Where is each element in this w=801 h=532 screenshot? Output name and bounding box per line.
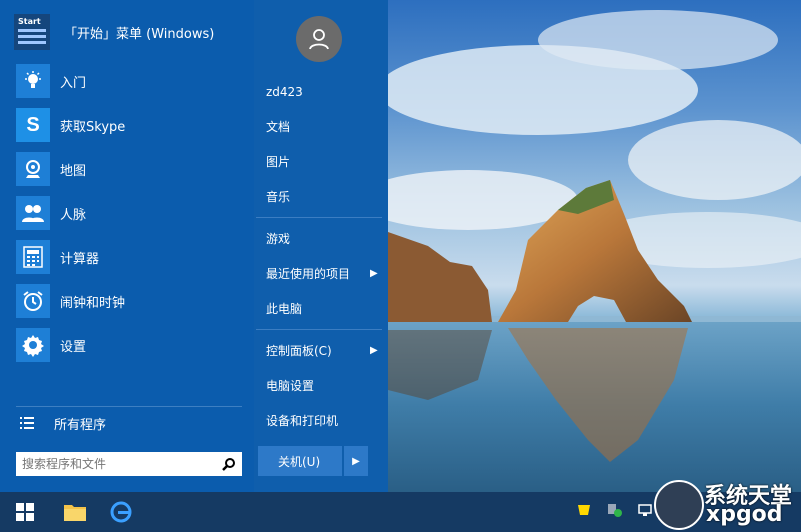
app-item-label: 地图 — [60, 163, 87, 179]
app-item-settings[interactable]: 设置 — [16, 328, 125, 362]
windows-logo-icon — [16, 503, 34, 521]
start-menu-title: 「开始」菜单 (Windows) — [64, 26, 215, 42]
edge-icon — [110, 501, 132, 523]
app-item-label: 获取Skype — [60, 119, 126, 135]
music-label: 音乐 — [266, 189, 291, 204]
documents-link[interactable]: 文档 — [266, 116, 290, 136]
control-panel-label: 控制面板(C) — [266, 343, 332, 358]
recent-items-label: 最近使用的项目 — [266, 266, 351, 281]
app-item-label: 闹钟和时钟 — [60, 295, 126, 311]
pictures-link[interactable]: 图片 — [266, 151, 290, 171]
right-divider — [256, 217, 382, 218]
system-tray — [576, 502, 652, 518]
app-item-label: 人脉 — [60, 207, 87, 223]
app-item-get-started[interactable]: 入门 — [16, 64, 125, 98]
chevron-right-icon: ▶ — [370, 344, 378, 356]
wallpaper-image — [388, 10, 801, 492]
list-icon — [20, 417, 34, 429]
this-pc-label: 此电脑 — [266, 301, 303, 316]
app-item-label: 设置 — [60, 339, 87, 355]
all-programs-label: 所有程序 — [54, 417, 107, 433]
app-item-label: 计算器 — [60, 251, 100, 267]
search-icon[interactable] — [222, 457, 236, 471]
music-link[interactable]: 音乐 — [266, 186, 290, 206]
shutdown-button[interactable]: 关机(U) — [258, 446, 342, 476]
user-avatar[interactable] — [296, 16, 342, 62]
control-panel-link[interactable]: 控制面板(C) ▶ — [266, 340, 382, 360]
desktop-wallpaper — [388, 0, 801, 492]
user-name: zd423 — [266, 85, 303, 99]
folder-icon — [64, 505, 86, 521]
pictures-label: 图片 — [266, 154, 291, 169]
watermark-subtitle: xpgod — [706, 502, 783, 527]
gear-icon — [16, 328, 50, 362]
start-menu-left-column: Start 「开始」菜单 (Windows) 入门 S 获取Skype 地图 人… — [0, 0, 254, 492]
start-app-tile: Start — [14, 14, 50, 50]
notification-icon[interactable] — [576, 503, 592, 517]
app-item-alarms-clock[interactable]: 闹钟和时钟 — [16, 284, 125, 318]
file-explorer-button[interactable] — [58, 498, 92, 526]
pc-settings-label: 电脑设置 — [266, 378, 315, 393]
search-box[interactable] — [16, 452, 242, 476]
people-icon — [16, 196, 50, 230]
user-icon — [309, 29, 329, 50]
shutdown-options-button[interactable]: ▶ — [344, 446, 368, 476]
lightbulb-icon — [16, 64, 50, 98]
chevron-right-icon: ▶ — [370, 267, 378, 279]
start-tile-bars-icon — [18, 29, 46, 47]
this-pc-link[interactable]: 此电脑 — [266, 298, 302, 318]
all-programs-button[interactable]: 所有程序 — [16, 412, 106, 434]
games-label: 游戏 — [266, 231, 291, 246]
site-watermark: 系统天堂 xpgod — [654, 476, 801, 532]
skype-icon: S — [16, 108, 50, 142]
search-input[interactable] — [16, 452, 214, 476]
chevron-right-icon: ▶ — [352, 455, 360, 467]
network-icon[interactable] — [638, 503, 652, 517]
start-menu: Start 「开始」菜单 (Windows) 入门 S 获取Skype 地图 人… — [0, 0, 388, 492]
security-icon[interactable] — [606, 502, 624, 518]
maps-icon — [16, 152, 50, 186]
documents-label: 文档 — [266, 119, 291, 134]
shutdown-label: 关机(U) — [278, 454, 321, 469]
watermark-logo-icon — [654, 480, 704, 530]
recent-items-link[interactable]: 最近使用的项目 ▶ — [266, 263, 382, 283]
app-list: 入门 S 获取Skype 地图 人脉 计算器 闹钟和时钟 设置 — [16, 64, 125, 372]
edge-browser-button[interactable] — [104, 498, 138, 526]
app-item-label: 入门 — [60, 75, 87, 91]
start-tile-text: Start — [18, 17, 41, 26]
app-item-people[interactable]: 人脉 — [16, 196, 125, 230]
pc-settings-link[interactable]: 电脑设置 — [266, 375, 314, 395]
right-divider — [256, 329, 382, 330]
games-link[interactable]: 游戏 — [266, 228, 290, 248]
start-menu-header[interactable]: Start 「开始」菜单 (Windows) — [14, 14, 214, 50]
calculator-icon — [16, 240, 50, 274]
left-divider — [16, 406, 242, 407]
devices-printers-label: 设备和打印机 — [266, 413, 339, 428]
devices-printers-link[interactable]: 设备和打印机 — [266, 410, 338, 430]
alarm-clock-icon — [16, 284, 50, 318]
start-button[interactable] — [8, 498, 42, 526]
app-item-get-skype[interactable]: S 获取Skype — [16, 108, 125, 142]
app-item-maps[interactable]: 地图 — [16, 152, 125, 186]
user-name-link[interactable]: zd423 — [266, 82, 303, 102]
app-item-calculator[interactable]: 计算器 — [16, 240, 125, 274]
